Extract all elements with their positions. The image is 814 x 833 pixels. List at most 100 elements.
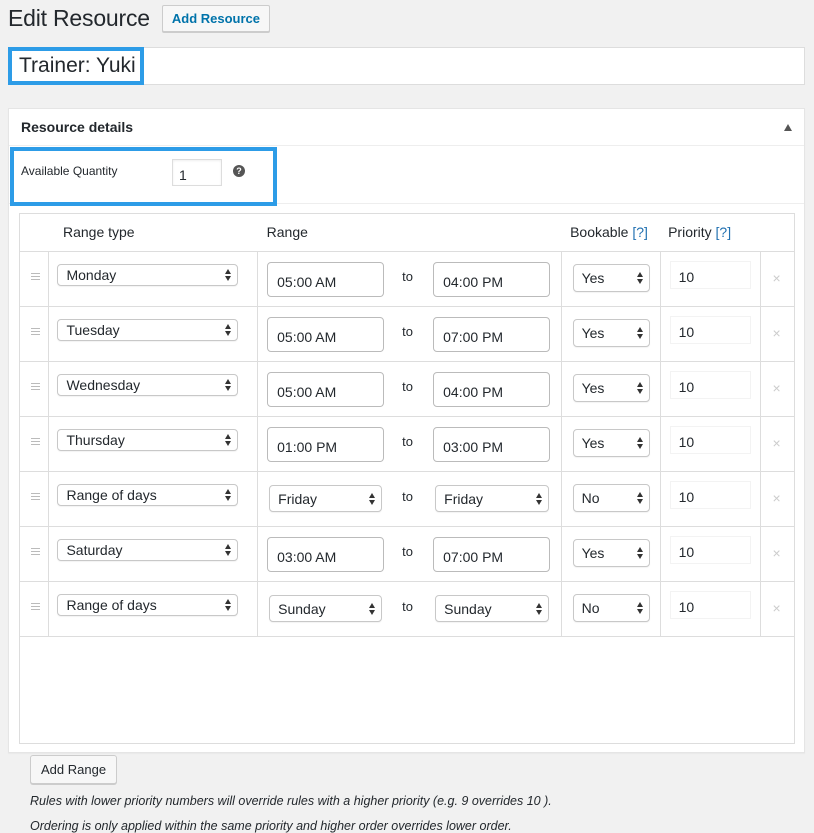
help-icon[interactable]: ? (233, 165, 245, 177)
sort-cell (19, 250, 50, 307)
bookable-select[interactable]: No (572, 593, 650, 622)
select-arrows-icon (225, 543, 232, 556)
ordering-note: Ordering is only applied within the same… (30, 819, 512, 833)
range-type-select[interactable]: Tuesday (57, 318, 239, 341)
range-from-time-input[interactable] (267, 261, 385, 297)
select-arrows-icon (225, 268, 232, 281)
priority-input[interactable] (669, 480, 751, 509)
priority-input[interactable] (669, 260, 751, 289)
select-arrows-icon (636, 601, 644, 614)
rule-row: Thursday to Yes × (19, 415, 795, 472)
priority-input[interactable] (669, 590, 751, 619)
range-cell: to (257, 360, 562, 417)
drag-handle-icon[interactable] (31, 272, 40, 280)
range-to-day-select[interactable]: Sunday (435, 594, 550, 622)
add-range-button[interactable]: Add Range (30, 755, 118, 784)
bookable-select[interactable]: Yes (572, 263, 650, 292)
collapse-toggle-icon[interactable] (784, 123, 792, 131)
range-to-time-input[interactable] (433, 536, 551, 572)
range-cell: to (257, 525, 562, 582)
panel-header[interactable]: Resource details (9, 109, 804, 146)
bookable-help-link[interactable]: [?] (632, 224, 648, 240)
range-type-cell: Thursday (48, 415, 259, 472)
selected-value: Saturday (66, 541, 123, 558)
range-to-time-input[interactable] (433, 261, 551, 297)
priority-help-link[interactable]: [?] (716, 224, 732, 240)
quantity-input[interactable] (172, 159, 222, 186)
range-type-header: Range type (48, 213, 258, 252)
range-type-select[interactable]: Saturday (57, 538, 239, 561)
delete-row-icon[interactable]: × (773, 270, 781, 286)
resource-title-input[interactable] (9, 48, 804, 84)
bookable-select[interactable]: Yes (572, 373, 650, 402)
range-from-time-input[interactable] (267, 536, 385, 572)
drag-handle-icon[interactable] (31, 382, 40, 390)
range-from-time-input[interactable] (267, 371, 385, 407)
range-to-time-input[interactable] (433, 371, 551, 407)
range-to-label: to (402, 488, 413, 504)
page-title: Edit Resource (8, 5, 150, 31)
priority-input[interactable] (669, 535, 751, 564)
selected-value: Yes (581, 544, 605, 561)
delete-row-icon[interactable]: × (773, 545, 781, 561)
range-cell: to (257, 250, 562, 307)
range-from-day-select[interactable]: Sunday (269, 594, 383, 622)
bookable-select[interactable]: Yes (572, 318, 650, 347)
range-type-cell: Range of days (48, 580, 259, 637)
delete-row-icon[interactable]: × (773, 490, 781, 506)
range-to-label: to (402, 323, 413, 339)
select-arrows-icon (225, 323, 232, 336)
sort-cell (19, 580, 50, 637)
range-to-time-input[interactable] (433, 426, 551, 462)
selected-value: Sunday (278, 600, 326, 617)
selected-value: Friday (278, 490, 318, 507)
range-to-time-input[interactable] (433, 316, 551, 352)
quantity-label: Available Quantity (21, 164, 118, 178)
bookable-header-label: Bookable (570, 223, 629, 240)
delete-row-icon[interactable]: × (773, 600, 781, 616)
drag-handle-icon[interactable] (31, 602, 40, 610)
drag-handle-icon[interactable] (31, 437, 40, 445)
rule-row: Tuesday to Yes × (19, 305, 795, 362)
drag-handle-icon[interactable] (31, 492, 40, 500)
select-arrows-icon (225, 433, 232, 446)
range-to-label: to (402, 433, 413, 449)
drag-handle-icon[interactable] (31, 327, 40, 335)
select-arrows-icon (369, 492, 376, 505)
drag-handle-icon[interactable] (31, 547, 40, 555)
priority-header-label: Priority (668, 223, 712, 240)
range-type-select[interactable]: Thursday (57, 428, 239, 451)
delete-row-icon[interactable]: × (773, 380, 781, 396)
range-from-time-input[interactable] (267, 316, 385, 352)
range-to-day-select[interactable]: Friday (435, 484, 550, 512)
bookable-select[interactable]: Yes (572, 538, 650, 567)
select-arrows-icon (225, 488, 232, 501)
range-from-day-select[interactable]: Friday (269, 484, 383, 512)
select-arrows-icon (636, 326, 644, 339)
selected-value: No (581, 489, 600, 506)
selected-value: Sunday (444, 600, 492, 617)
delete-row-icon[interactable]: × (773, 325, 781, 341)
range-type-select[interactable]: Monday (57, 263, 239, 286)
range-type-select[interactable]: Range of days (57, 483, 239, 506)
panel-title: Resource details (21, 119, 134, 135)
rule-row: Range of days Friday to Friday No × (19, 470, 795, 527)
range-type-select[interactable]: Range of days (57, 593, 239, 616)
range-type-select[interactable]: Wednesday (57, 373, 239, 396)
bookable-select[interactable]: No (572, 483, 650, 512)
select-arrows-icon (536, 492, 543, 505)
priority-input[interactable] (669, 370, 751, 399)
select-arrows-icon (636, 546, 644, 559)
range-cell: Sunday to Sunday (257, 580, 562, 637)
delete-row-icon[interactable]: × (773, 435, 781, 451)
priority-cell (659, 305, 761, 362)
range-type-cell: Wednesday (48, 360, 259, 417)
range-from-time-input[interactable] (267, 426, 385, 462)
priority-input[interactable] (669, 315, 751, 344)
sort-cell (19, 305, 50, 362)
bookable-select[interactable]: Yes (572, 428, 650, 457)
priority-input[interactable] (669, 425, 751, 454)
selected-value: Range of days (66, 486, 157, 503)
sort-cell (19, 360, 50, 417)
add-resource-button[interactable]: Add Resource (161, 5, 270, 32)
